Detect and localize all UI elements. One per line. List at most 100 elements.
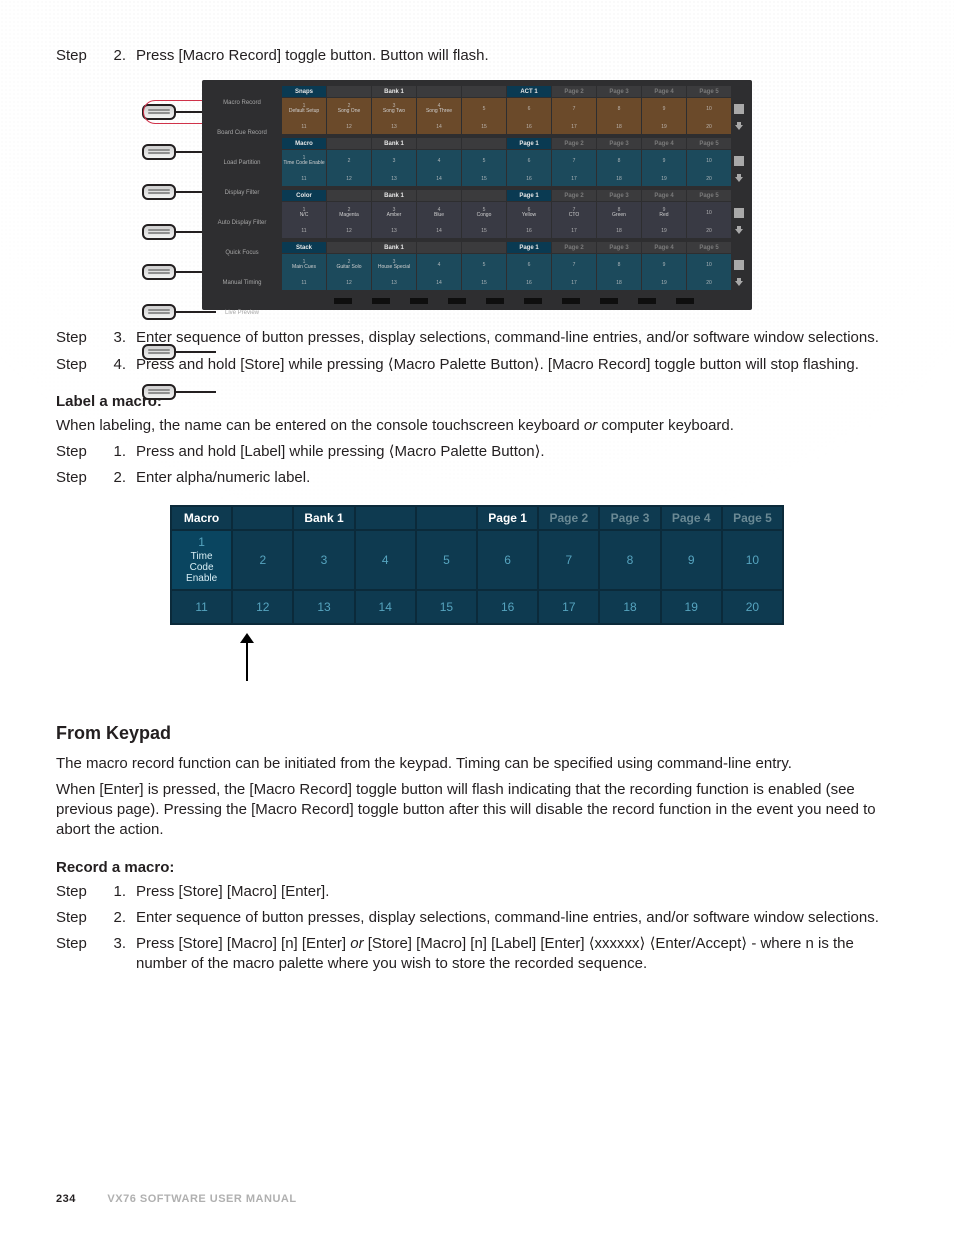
macro-palette: MacroBank 1Page 1Page 2Page 3Page 4Page … bbox=[170, 505, 784, 625]
palette-button: 20 bbox=[687, 224, 731, 238]
panel-header: StackBank 1Page 1Page 2Page 3Page 4Page … bbox=[282, 242, 746, 253]
bank-label: Bank 1 bbox=[372, 242, 416, 253]
palette-button: 17 bbox=[552, 224, 596, 238]
arrow-down-icon bbox=[735, 281, 743, 286]
palette-button: 10 bbox=[687, 202, 731, 224]
page-tab: Page 4 bbox=[642, 86, 686, 97]
side-label: Load Partition bbox=[208, 148, 276, 178]
port-icon bbox=[142, 264, 176, 280]
palette-button: 19 bbox=[642, 172, 686, 186]
panel-header: MacroBank 1Page 1Page 2Page 3Page 4Page … bbox=[282, 138, 746, 149]
page-tab: Page 3 bbox=[597, 86, 641, 97]
macro-row-2: 11121314151617181920 bbox=[171, 590, 783, 624]
or-text: or bbox=[584, 417, 597, 434]
palette-button: 4Blue bbox=[417, 202, 461, 224]
square-icon bbox=[734, 260, 744, 270]
square-icon bbox=[734, 156, 744, 166]
step-text: Press and hold [Store] while pressing ⟨M… bbox=[136, 355, 898, 375]
palette-row: 1Main Cues2Guitar Solo3House Special4567… bbox=[282, 254, 746, 276]
bank-label: Bank 1 bbox=[293, 506, 354, 530]
side-label: Live Preview bbox=[208, 298, 276, 328]
macro-button: 11 bbox=[171, 590, 232, 624]
arrow-down-icon bbox=[735, 229, 743, 234]
macro-button: 7 bbox=[538, 530, 599, 590]
palette-button: 3 bbox=[372, 150, 416, 172]
macro-button: 19 bbox=[661, 590, 722, 624]
body-text: When [Enter] is pressed, the [Macro Reco… bbox=[56, 780, 898, 841]
palette-button: 6 bbox=[507, 150, 551, 172]
palette-button: 11 bbox=[282, 276, 326, 290]
header-cell bbox=[232, 506, 293, 530]
palette-button: 14 bbox=[417, 276, 461, 290]
panel-name: Color bbox=[282, 190, 326, 201]
arrow-down-icon bbox=[735, 125, 743, 130]
macro-button: 16 bbox=[477, 590, 538, 624]
palette-button: 20 bbox=[687, 172, 731, 186]
active-page: Page 1 bbox=[507, 138, 551, 149]
page-tab: Page 4 bbox=[661, 506, 722, 530]
step-number: 4. bbox=[108, 355, 126, 375]
macro-button: 15 bbox=[416, 590, 477, 624]
arrow-down-icon bbox=[735, 177, 743, 182]
palette-button: 16 bbox=[507, 224, 551, 238]
step-text: Press [Macro Record] toggle button. Butt… bbox=[136, 46, 898, 66]
port-icon bbox=[142, 344, 176, 360]
side-label: Display Filter bbox=[208, 178, 276, 208]
palette-button: 16 bbox=[507, 120, 551, 134]
palette-button: 2Magenta bbox=[327, 202, 371, 224]
palette-button: 9Red bbox=[642, 202, 686, 224]
palette-button: 5 bbox=[462, 98, 506, 120]
page-tab: Page 3 bbox=[597, 138, 641, 149]
step-text: Enter alpha/numeric label. bbox=[136, 468, 898, 488]
palette-button: 20 bbox=[687, 276, 731, 290]
square-icon bbox=[734, 208, 744, 218]
step-number: 2. bbox=[108, 468, 126, 488]
palette-button: 10 bbox=[687, 98, 731, 120]
palette-button: 7 bbox=[552, 150, 596, 172]
port-icon bbox=[142, 104, 176, 120]
step-text: Press [Store] [Macro] [Enter]. bbox=[136, 882, 898, 902]
palette-button: 18 bbox=[597, 224, 641, 238]
macro-button: 3 bbox=[293, 530, 354, 590]
side-labels: Macro RecordBoard Cue RecordLoad Partiti… bbox=[208, 88, 276, 328]
macro-button: 12 bbox=[232, 590, 293, 624]
macro-button: 6 bbox=[477, 530, 538, 590]
macro-button: 4 bbox=[355, 530, 416, 590]
palette-button: 13 bbox=[372, 276, 416, 290]
palette-button: 4Song Three bbox=[417, 98, 461, 120]
port-icon bbox=[142, 224, 176, 240]
palette-button: 3House Special bbox=[372, 254, 416, 276]
step-number: 1. bbox=[108, 442, 126, 462]
macro-button: 13 bbox=[293, 590, 354, 624]
palette-button: 15 bbox=[462, 224, 506, 238]
arrow-up-icon bbox=[232, 631, 264, 681]
page-tab: Page 4 bbox=[642, 190, 686, 201]
palette-button: 7 bbox=[552, 98, 596, 120]
palette-row: 11121314151617181920 bbox=[282, 120, 746, 134]
macro-button: 18 bbox=[599, 590, 660, 624]
page-tab: Page 4 bbox=[642, 242, 686, 253]
page-tab: Page 3 bbox=[597, 190, 641, 201]
step-word: Step bbox=[56, 468, 98, 488]
port-icon bbox=[142, 144, 176, 160]
page-tab: Page 1 bbox=[477, 506, 538, 530]
page-tab: Page 2 bbox=[552, 86, 596, 97]
step-number: 2. bbox=[108, 908, 126, 928]
active-page: Page 1 bbox=[507, 242, 551, 253]
page-tab: Page 5 bbox=[687, 190, 731, 201]
record-macro-heading: Record a macro: bbox=[56, 859, 898, 876]
palette-row: 11121314151617181920 bbox=[282, 172, 746, 186]
palette-button: 5 bbox=[462, 254, 506, 276]
page-tab: Page 2 bbox=[552, 138, 596, 149]
palette-button: 3Song Two bbox=[372, 98, 416, 120]
macro-button: 5 bbox=[416, 530, 477, 590]
palette-button: 14 bbox=[417, 120, 461, 134]
step-word: Step bbox=[56, 442, 98, 462]
palette-button: 17 bbox=[552, 120, 596, 134]
page-tab: Page 4 bbox=[642, 138, 686, 149]
palette-button: 20 bbox=[687, 120, 731, 134]
palette-button: 8 bbox=[597, 150, 641, 172]
palette-button: 15 bbox=[462, 172, 506, 186]
step-item: Step 2. Press [Macro Record] toggle butt… bbox=[56, 46, 898, 66]
palette-button: 1Default Setup bbox=[282, 98, 326, 120]
